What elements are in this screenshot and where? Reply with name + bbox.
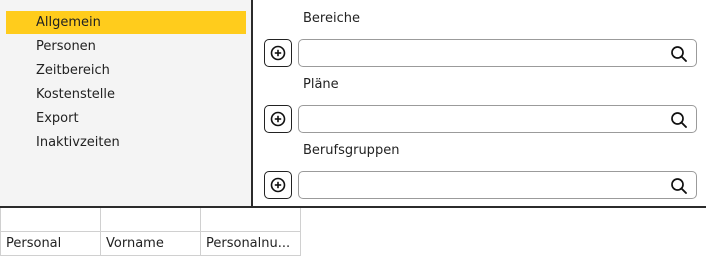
search-icon[interactable] (670, 177, 688, 195)
section-label-bereiche: Bereiche (303, 11, 360, 26)
plaene-search-box (298, 105, 697, 133)
settings-nav: Allgemein Personen Zeitbereich Kostenste… (0, 0, 251, 206)
add-berufsgruppe-button[interactable] (264, 171, 292, 199)
filter-cell-vorname[interactable] (101, 208, 201, 232)
nav-item-inaktivzeiten[interactable]: Inaktivzeiten (6, 131, 246, 154)
column-header-personalnummer[interactable]: Personalnu... (201, 232, 301, 256)
vertical-divider (251, 0, 253, 206)
nav-item-kostenstelle[interactable]: Kostenstelle (6, 83, 246, 106)
bereiche-search-box (298, 39, 697, 67)
column-header-personal[interactable]: Personal (0, 232, 101, 256)
berufsgruppen-search-box (298, 171, 697, 199)
search-icon[interactable] (670, 111, 688, 129)
bereiche-search-input[interactable] (305, 43, 655, 63)
plus-circle-icon (270, 111, 286, 127)
nav-item-export[interactable]: Export (6, 107, 246, 130)
add-bereich-button[interactable] (264, 39, 292, 67)
plus-circle-icon (270, 45, 286, 61)
section-label-berufsgruppen: Berufsgruppen (303, 143, 400, 158)
column-header-vorname[interactable]: Vorname (101, 232, 201, 256)
plus-circle-icon (270, 177, 286, 193)
filter-cell-personal[interactable] (0, 208, 101, 232)
add-plan-button[interactable] (264, 105, 292, 133)
search-icon[interactable] (670, 45, 688, 63)
plaene-search-input[interactable] (305, 109, 655, 129)
nav-item-personen[interactable]: Personen (6, 35, 246, 58)
section-label-plaene: Pläne (303, 77, 339, 92)
berufsgruppen-search-input[interactable] (305, 175, 655, 195)
nav-item-zeitbereich[interactable]: Zeitbereich (6, 59, 246, 82)
filter-cell-personalnummer[interactable] (201, 208, 301, 232)
nav-item-allgemein[interactable]: Allgemein (6, 11, 246, 34)
